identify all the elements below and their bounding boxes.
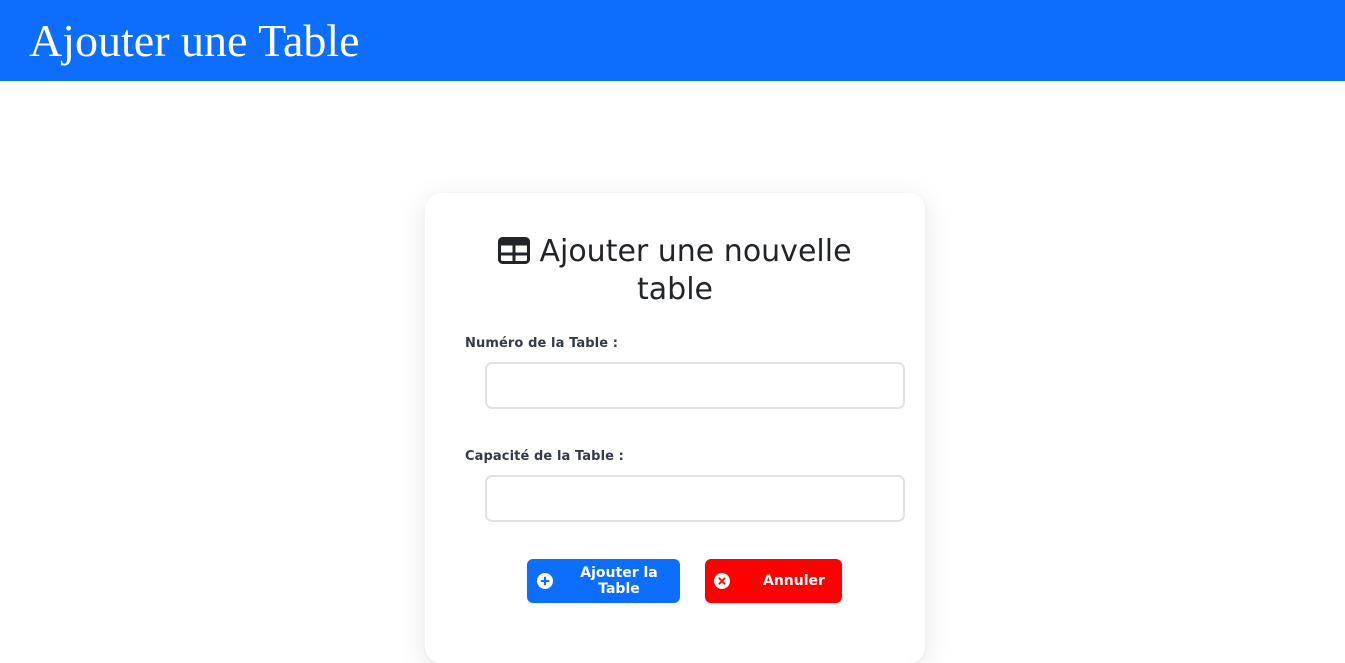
form-title-line-1: Ajouter une nouvelle bbox=[425, 233, 925, 271]
add-table-form-card: Ajouter une nouvelle table Numéro de la … bbox=[425, 193, 925, 663]
table-number-label: Numéro de la Table : bbox=[465, 336, 619, 351]
top-navbar: Ajouter une Table bbox=[0, 0, 1345, 81]
form-title-text-line1: Ajouter une nouvelle bbox=[539, 234, 852, 269]
table-icon bbox=[498, 237, 531, 264]
form-title: Ajouter une nouvelle table bbox=[425, 233, 925, 309]
add-table-button-label: Ajouter la Table bbox=[580, 565, 658, 597]
form-title-text-line2: table bbox=[637, 272, 713, 307]
table-capacity-label: Capacité de la Table : bbox=[465, 449, 624, 464]
plus-circle-icon bbox=[537, 573, 553, 589]
page-header-title: Ajouter une Table bbox=[29, 15, 360, 66]
x-circle-icon bbox=[714, 573, 730, 589]
table-number-input[interactable] bbox=[485, 362, 905, 409]
cancel-button-label: Annuler bbox=[763, 573, 825, 589]
table-capacity-input[interactable] bbox=[485, 475, 905, 522]
add-table-button[interactable]: Ajouter la Table bbox=[527, 559, 680, 603]
cancel-button[interactable]: Annuler bbox=[705, 559, 842, 603]
